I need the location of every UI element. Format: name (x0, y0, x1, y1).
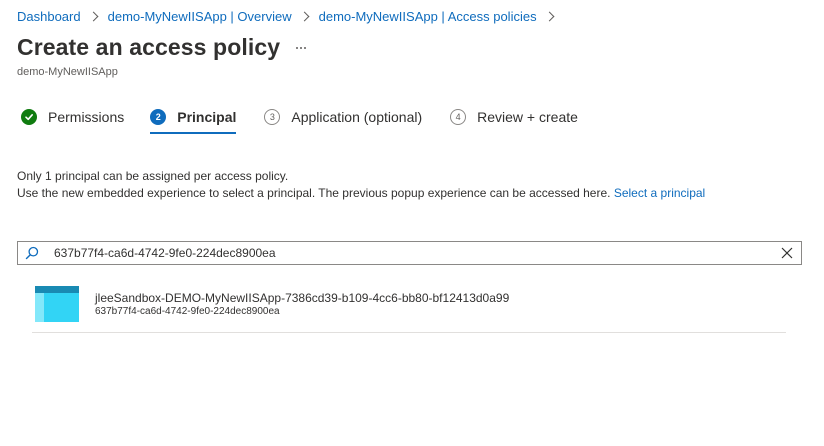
tab-principal[interactable]: 2 Principal (150, 106, 237, 134)
more-options-button[interactable] (292, 38, 310, 58)
ellipsis-icon (304, 47, 306, 49)
app-registration-icon (35, 286, 79, 322)
select-principal-link[interactable]: Select a principal (614, 186, 705, 200)
step-number-badge: 4 (450, 109, 467, 125)
result-name: jleeSandbox-DEMO-MyNewIISApp-7386cd39-b1… (95, 291, 510, 305)
result-id: 637b77f4-ca6d-4742-9fe0-224dec8900ea (95, 306, 280, 317)
ellipsis-icon (296, 47, 298, 49)
search-box (17, 241, 802, 265)
tab-review-create[interactable]: 4 Review + create (450, 106, 578, 128)
step-number-badge: 2 (150, 109, 167, 125)
step-label: Permissions (48, 109, 125, 125)
chevron-right-icon (544, 11, 555, 21)
wizard-steps: Permissions 2 Principal 3 Application (o… (21, 106, 578, 134)
breadcrumb-access-policies[interactable]: demo-MyNewIISApp | Access policies (319, 9, 537, 24)
chevron-right-icon (299, 11, 310, 21)
breadcrumb-app-overview[interactable]: demo-MyNewIISApp | Overview (108, 9, 292, 24)
checkmark-circle-icon (21, 109, 37, 125)
breadcrumb-dashboard[interactable]: Dashboard (17, 9, 81, 24)
info-line-2: Use the new embedded experience to selec… (17, 185, 705, 202)
tab-application[interactable]: 3 Application (optional) (264, 106, 422, 128)
step-label: Principal (177, 109, 237, 125)
info-text: Only 1 principal can be assigned per acc… (17, 168, 705, 202)
info-line-2-text: Use the new embedded experience to selec… (17, 186, 611, 200)
breadcrumb: Dashboard demo-MyNewIISApp | Overview de… (17, 7, 564, 25)
step-label: Application (optional) (291, 109, 423, 125)
step-number-badge: 3 (264, 109, 281, 125)
page-subtitle: demo-MyNewIISApp (17, 66, 118, 78)
search-icon (18, 242, 46, 264)
search-input[interactable] (46, 243, 773, 263)
ellipsis-icon (300, 47, 302, 49)
info-line-1: Only 1 principal can be assigned per acc… (17, 169, 289, 183)
list-item[interactable]: jleeSandbox-DEMO-MyNewIISApp-7386cd39-b1… (32, 281, 786, 333)
close-icon (781, 247, 793, 259)
step-label: Review + create (477, 109, 578, 125)
page-title: Create an access policy (17, 34, 281, 60)
chevron-right-icon (88, 11, 99, 21)
clear-search-button[interactable] (773, 242, 801, 264)
tab-permissions[interactable]: Permissions (21, 106, 124, 128)
